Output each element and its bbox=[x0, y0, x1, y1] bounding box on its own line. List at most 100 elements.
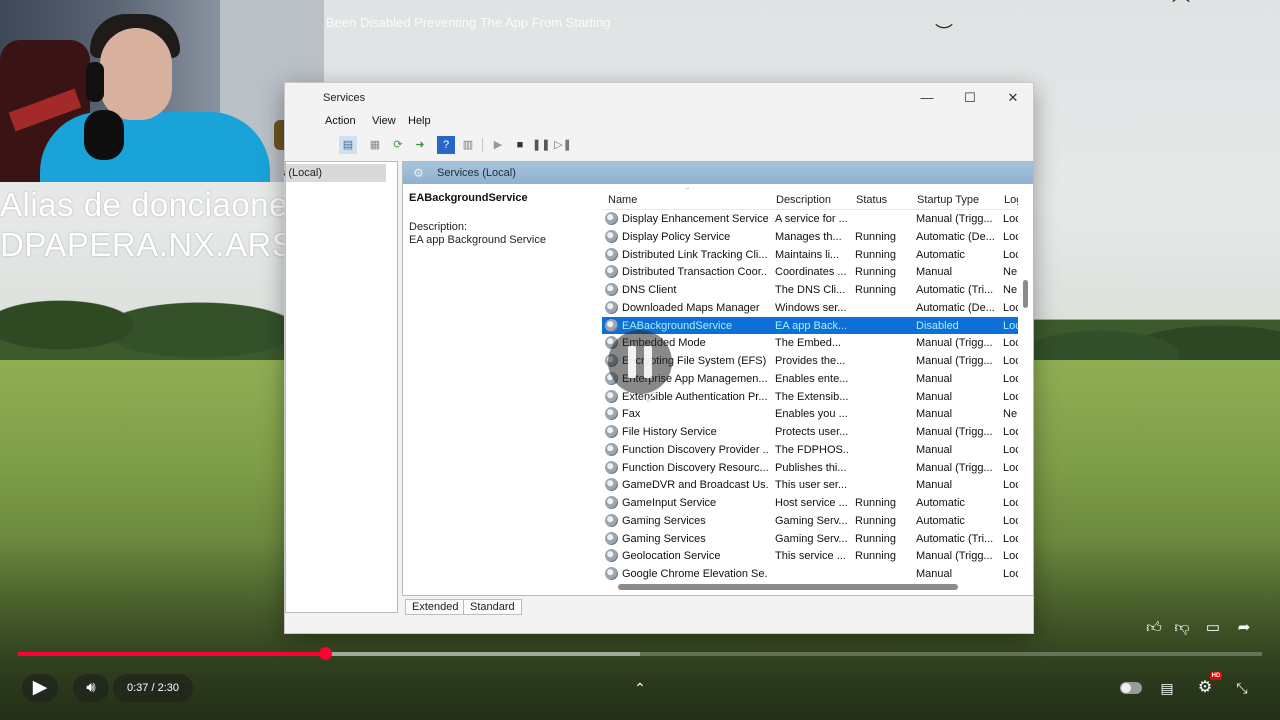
column-header-name[interactable]: Name bbox=[608, 194, 637, 206]
pause-bar-right bbox=[644, 346, 652, 378]
service-row[interactable]: DNS Client The DNS Cli... Running Automatic… bbox=[602, 281, 1018, 299]
column-header-description[interactable]: Description bbox=[776, 194, 831, 206]
play-icon[interactable]: ▶ bbox=[22, 674, 58, 702]
service-row[interactable]: Google Chrome Elevation Se... Manual Loc bbox=[602, 565, 1018, 580]
service-log-on-as: Loc bbox=[1003, 337, 1018, 350]
service-row[interactable]: Gaming Services Gaming Serv... Running Auto… bbox=[602, 530, 1018, 548]
comment-icon[interactable]: ▭ bbox=[1201, 616, 1225, 640]
vertical-scroll-thumb[interactable] bbox=[1023, 280, 1028, 308]
gear-icon: ⚙ bbox=[413, 166, 424, 180]
webcam-overlay bbox=[0, 0, 324, 182]
service-row[interactable]: Function Discovery Resourc... Publishes t… bbox=[602, 459, 1018, 477]
service-gear-icon bbox=[605, 283, 618, 296]
start-service-icon[interactable]: ▶ bbox=[489, 136, 507, 154]
service-log-on-as: Loc bbox=[1003, 213, 1018, 225]
headset bbox=[86, 62, 104, 102]
service-log-on-as: Loc bbox=[1003, 355, 1018, 367]
service-startup-type: Manual bbox=[916, 390, 953, 403]
donation-alias-value: DPAPERA.NX.ARS bbox=[0, 226, 295, 263]
service-description: Enables ente... bbox=[775, 372, 849, 385]
vertical-scrollbar[interactable] bbox=[1022, 188, 1030, 580]
column-header-status[interactable]: Status bbox=[856, 194, 887, 206]
close-button[interactable]: ✕ bbox=[1002, 89, 1024, 107]
service-gear-icon bbox=[605, 425, 618, 438]
export-list-icon[interactable]: ➜ bbox=[411, 136, 429, 154]
service-row[interactable]: Geolocation Service This service ... Runni… bbox=[602, 547, 1018, 565]
tab-standard[interactable]: Standard bbox=[463, 599, 522, 615]
service-log-on-as: Loc bbox=[1003, 550, 1018, 563]
service-row[interactable]: GameDVR and Broadcast Us... This user ser… bbox=[602, 476, 1018, 494]
service-row[interactable]: Downloaded Maps Manager Windows ser... Aut… bbox=[602, 299, 1018, 317]
pause-service-icon[interactable]: ❚❚ bbox=[532, 136, 550, 154]
service-startup-type: Manual (Trigg... bbox=[916, 355, 993, 367]
properties-icon[interactable]: ▦ bbox=[366, 136, 384, 154]
time-display: 0:37 / 2:30 bbox=[113, 674, 193, 702]
service-row-selected[interactable]: EABackgroundService EA app Back... Disable… bbox=[602, 316, 1018, 335]
service-gear-icon bbox=[605, 478, 618, 492]
service-row[interactable]: Fax Enables you ... Manual Ne bbox=[602, 405, 1018, 423]
service-description: The Embed... bbox=[775, 337, 842, 350]
volume-icon[interactable]: 🔊︎ bbox=[73, 674, 109, 702]
tree-node-services-local[interactable]: Services (Local) bbox=[284, 164, 386, 182]
service-gear-icon bbox=[605, 567, 618, 580]
autoplay-toggle[interactable] bbox=[1120, 682, 1142, 694]
horizontal-scroll-thumb[interactable] bbox=[618, 584, 958, 590]
menu-action[interactable]: Action bbox=[325, 115, 356, 127]
horizontal-scrollbar[interactable] bbox=[602, 582, 1018, 590]
service-description: Maintains li... bbox=[775, 248, 840, 261]
service-gear-icon bbox=[605, 265, 618, 279]
pause-overlay-icon[interactable] bbox=[608, 330, 672, 394]
view-icon[interactable]: ▥ bbox=[459, 136, 477, 154]
stop-service-icon[interactable]: ■ bbox=[511, 136, 529, 154]
window-titlebar[interactable]: Services — ☐ ✕ bbox=[285, 83, 1033, 113]
subtitles-icon[interactable]: ▤ bbox=[1155, 674, 1179, 702]
restart-service-icon[interactable]: ▷❚ bbox=[554, 136, 572, 154]
maximize-button[interactable]: ☐ bbox=[959, 89, 981, 107]
refresh-icon[interactable]: ⟳ bbox=[389, 136, 407, 154]
service-row[interactable]: Display Enhancement Service A service for… bbox=[602, 210, 1018, 228]
help-icon[interactable]: ? bbox=[437, 136, 455, 154]
minimize-button[interactable]: — bbox=[916, 89, 938, 107]
chevron-up-icon[interactable]: ⌃ bbox=[626, 674, 654, 702]
show-hide-console-tree-icon[interactable]: ▤ bbox=[339, 136, 357, 154]
service-startup-type: Manual (Trigg... bbox=[916, 550, 993, 563]
service-row[interactable]: GameInput Service Host service ... Running… bbox=[602, 494, 1018, 512]
service-log-on-as: Loc bbox=[1003, 568, 1018, 580]
pane-header-title: Services (Local) bbox=[437, 167, 516, 179]
service-log-on-as: Ne bbox=[1003, 408, 1018, 421]
share-icon[interactable]: ➦ bbox=[1232, 616, 1256, 640]
service-log-on-as: Loc bbox=[1003, 497, 1018, 509]
column-header-log-on-as[interactable]: Log bbox=[1004, 194, 1018, 206]
thumb-down-icon[interactable]: 👎︎ bbox=[1170, 616, 1194, 640]
service-startup-type: Manual (Trigg... bbox=[916, 213, 993, 225]
service-row[interactable]: Function Discovery Provider ... The FDPHO… bbox=[602, 441, 1018, 459]
service-row[interactable]: Distributed Transaction Coor... Coordinat… bbox=[602, 263, 1018, 281]
service-row[interactable]: Distributed Link Tracking Cli... Maintain… bbox=[602, 246, 1018, 264]
pause-bar-left bbox=[628, 346, 636, 378]
service-status: Running bbox=[855, 497, 896, 509]
service-description: The Extensib... bbox=[775, 390, 849, 403]
exit-fullscreen-icon[interactable]: ⤡ bbox=[1230, 674, 1254, 702]
service-startup-type: Automatic (Tri... bbox=[916, 284, 994, 296]
tab-extended[interactable]: Extended bbox=[405, 599, 466, 615]
service-name: Distributed Transaction Coor... bbox=[622, 266, 768, 279]
service-row[interactable]: Display Policy Service Manages th... Runni… bbox=[602, 228, 1018, 246]
progress-scrubber[interactable] bbox=[319, 647, 332, 660]
service-description: Provides the... bbox=[775, 355, 846, 367]
menu-view[interactable]: View bbox=[372, 115, 396, 127]
column-header-startup-type[interactable]: Startup Type bbox=[917, 194, 979, 206]
microphone bbox=[84, 110, 124, 160]
progress-bar[interactable] bbox=[18, 647, 1262, 660]
service-row[interactable]: Extensible Authentication Pr... The Exten… bbox=[602, 388, 1018, 406]
service-log-on-as: Loc bbox=[1003, 479, 1018, 492]
service-row[interactable]: Gaming Services Gaming Serv... Running Auto… bbox=[602, 512, 1018, 530]
service-log-on-as: Loc bbox=[1003, 372, 1018, 385]
service-name: Downloaded Maps Manager bbox=[622, 301, 760, 314]
service-row[interactable]: File History Service Protects user... Manu… bbox=[602, 423, 1018, 441]
service-startup-type: Automatic bbox=[916, 248, 965, 261]
service-gear-icon bbox=[605, 460, 618, 474]
thumb-up-icon[interactable]: 👍︎ bbox=[1142, 616, 1166, 640]
menu-help[interactable]: Help bbox=[408, 115, 431, 127]
service-startup-type: Automatic bbox=[916, 514, 965, 527]
service-gear-icon bbox=[605, 549, 618, 563]
